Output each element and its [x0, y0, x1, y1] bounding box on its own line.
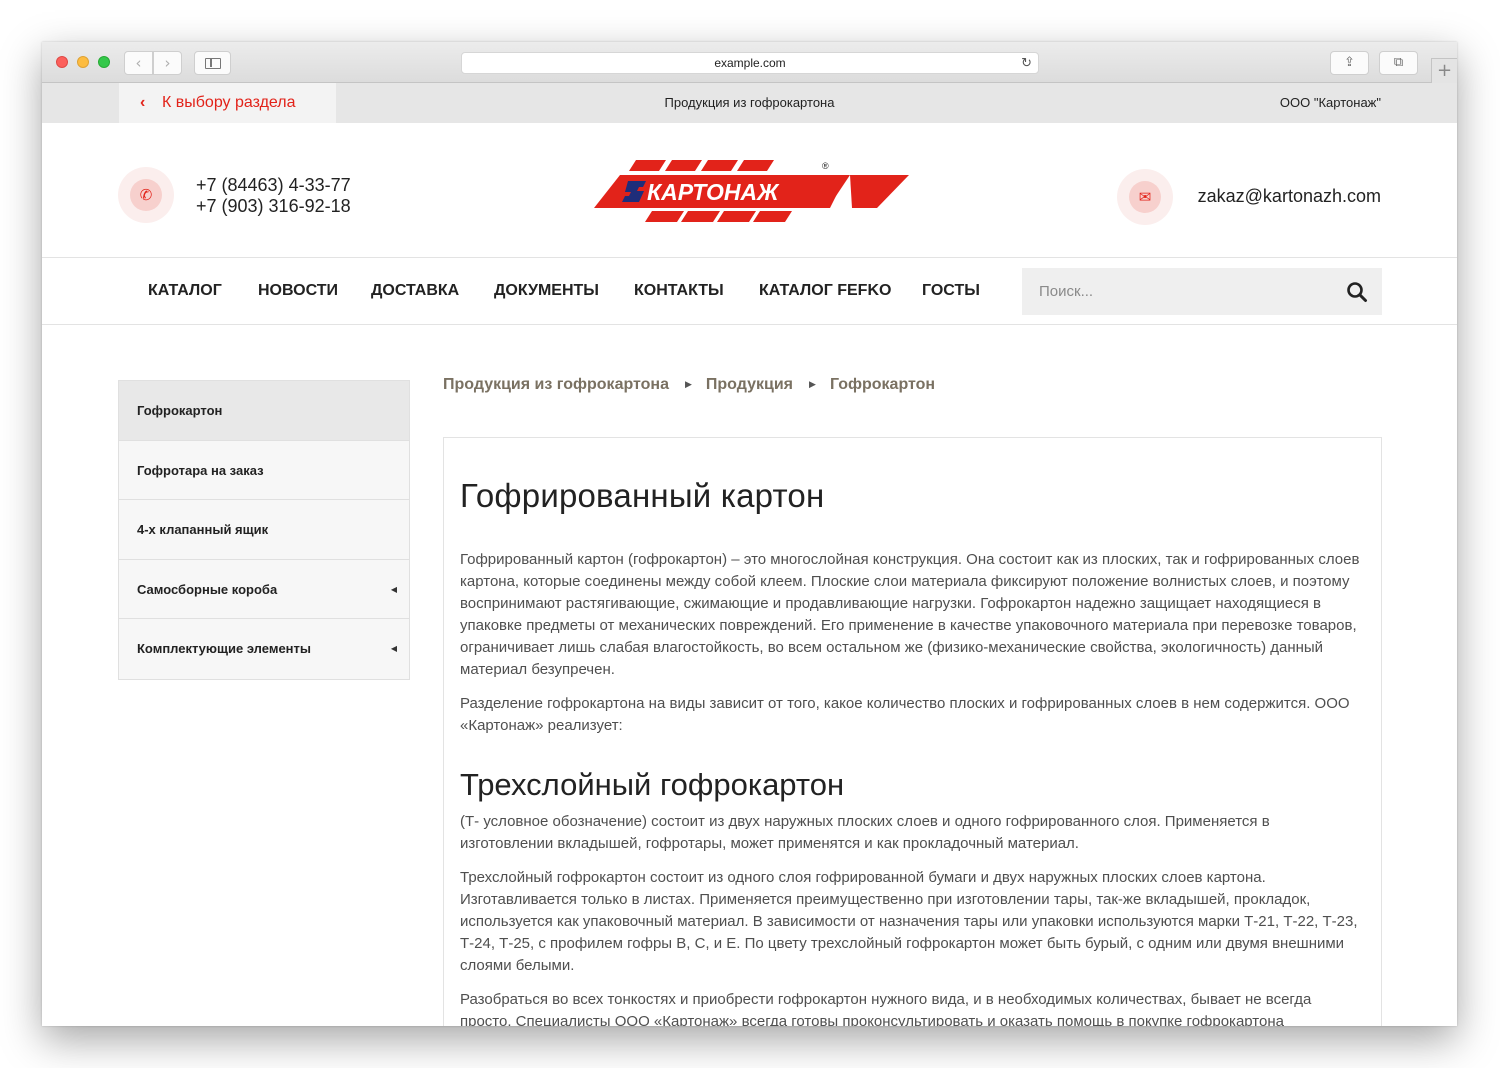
article-paragraph: Трехслойный гофрокартон состоит из одног…: [460, 869, 1358, 974]
browser-toolbar: ‹ › example.com ↻ ⇪ ⧉ +: [42, 42, 1457, 83]
sidebar-item-gofrokarton[interactable]: Гофрокартон: [119, 381, 409, 441]
tab-overview-button[interactable]: ⧉: [1379, 51, 1418, 75]
sidebar-item-label: Самосборные короба: [137, 581, 278, 597]
logo-text: КАРТОНАЖ: [647, 179, 780, 205]
sidebar-icon: [205, 58, 221, 69]
breadcrumb-link-products[interactable]: Продукция: [706, 376, 793, 394]
zoom-window-button[interactable]: [98, 56, 110, 68]
url-text: example.com: [714, 56, 786, 70]
email-link[interactable]: zakaz@kartonazh.com: [1198, 186, 1381, 207]
nav-item-catalog[interactable]: КАТАЛОГ: [148, 258, 222, 324]
sidebar-toggle-button[interactable]: [194, 51, 231, 75]
sidebar-item-label: Комплектующие элементы: [137, 641, 311, 657]
breadcrumb-current: Гофрокартон: [829, 376, 936, 393]
phone-link-2[interactable]: +7 (903) 316-92-18: [196, 196, 351, 217]
main-nav: КАТАЛОГ НОВОСТИ ДОСТАВКА ДОКУМЕНТЫ КОНТА…: [42, 258, 1457, 325]
reload-icon[interactable]: ↻: [1021, 53, 1032, 74]
article-paragraph: Гофрированный картон (гофрокартон) – это…: [460, 551, 1360, 678]
search-input[interactable]: [1022, 268, 1332, 315]
address-bar[interactable]: example.com ↻: [461, 52, 1039, 74]
email-badge: ✉: [1117, 169, 1173, 225]
chevron-left-icon: ‹: [140, 94, 146, 111]
share-icon: ⇪: [1344, 55, 1355, 70]
new-tab-button[interactable]: +: [1431, 58, 1457, 83]
nav-item-contacts[interactable]: КОНТАКТЫ: [634, 258, 724, 324]
sidebar-item-label: Гофротара на заказ: [137, 462, 264, 478]
chevron-left-icon: ‹: [135, 54, 142, 72]
share-button[interactable]: ⇪: [1330, 51, 1369, 75]
tabs-icon: ⧉: [1393, 55, 1404, 70]
article-paragraph: Разобраться во всех тонкостях и приобрес…: [460, 991, 1312, 1026]
article-paragraph: Разделение гофрокартона на виды зависит …: [460, 695, 1350, 734]
envelope-icon: ✉: [1129, 181, 1161, 213]
breadcrumb-link-products-cardboard[interactable]: Продукция из гофрокартона: [443, 376, 669, 394]
sidebar-item-components[interactable]: Комплектующие элементы ◀: [119, 619, 409, 679]
forward-button[interactable]: ›: [153, 51, 182, 75]
phone-numbers: +7 (84463) 4-33-77 +7 (903) 316-92-18: [196, 175, 351, 217]
chevron-right-icon: ›: [164, 54, 171, 72]
breadcrumb: Продукция из гофрокартона ▶ Продукция ▶ Гофр…: [443, 376, 935, 396]
article-paragraph: (Т- условное обозначение) состоит из дву…: [460, 813, 1270, 852]
phone-link-1[interactable]: +7 (84463) 4-33-77: [196, 175, 351, 196]
phone-icon: ✆: [130, 179, 162, 211]
nav-item-delivery[interactable]: ДОСТАВКА: [371, 258, 459, 324]
caret-left-icon[interactable]: ◀: [391, 560, 397, 619]
section-heading: Трехслойный гофрокартон: [460, 767, 845, 802]
page-title: Гофрированный картон: [460, 477, 825, 514]
sidebar-item-label: 4-х клапанный ящик: [137, 522, 269, 538]
back-button[interactable]: ‹: [124, 51, 153, 75]
nav-item-documents[interactable]: ДОКУМЕНТЫ: [494, 258, 599, 324]
sidebar-item-four-flap-box[interactable]: 4-х клапанный ящик: [119, 500, 409, 560]
sidebar-item-label: Гофрокартон: [137, 403, 223, 418]
kartonazh-logo[interactable]: ® КАРТОНАЖ: [592, 158, 912, 224]
nav-item-news[interactable]: НОВОСТИ: [258, 258, 338, 324]
sidebar-item-custom-boxes[interactable]: Гофротара на заказ: [119, 440, 409, 501]
nav-item-catalog-fefko[interactable]: КАТАЛОГ FEFKO: [759, 258, 891, 324]
browser-window: ‹ › example.com ↻ ⇪ ⧉ + Продукция из гоф…: [42, 42, 1457, 1026]
close-window-button[interactable]: [56, 56, 68, 68]
back-to-section-link[interactable]: ‹ К выбору раздела: [119, 83, 336, 123]
top-info-bar: Продукция из гофрокартона ‹ К выбору разд…: [42, 83, 1457, 123]
site-header: ✆ +7 (84463) 4-33-77 +7 (903) 316-92-18: [42, 123, 1457, 258]
plus-icon: +: [1436, 60, 1453, 81]
phone-badge: ✆: [118, 167, 174, 223]
category-sidebar: Гофрокартон Гофротара на заказ 4-х клапа…: [118, 380, 410, 680]
search-box: [1022, 268, 1382, 315]
minimize-window-button[interactable]: [77, 56, 89, 68]
caret-right-icon: ▶: [809, 380, 816, 390]
back-link-label: К выбору раздела: [162, 94, 296, 111]
caret-right-icon: ▶: [684, 380, 692, 390]
registered-mark: ®: [822, 161, 829, 171]
company-name: ООО "Картонаж": [1279, 95, 1381, 110]
search-icon[interactable]: [1346, 281, 1368, 303]
article-content: Гофрированный картон Гофрированный карто…: [443, 437, 1382, 1026]
nav-item-gosts[interactable]: ГОСТЫ: [922, 258, 980, 324]
caret-left-icon[interactable]: ◀: [391, 619, 397, 678]
sidebar-item-self-assembly-boxes[interactable]: Самосборные короба ◀: [119, 559, 409, 620]
